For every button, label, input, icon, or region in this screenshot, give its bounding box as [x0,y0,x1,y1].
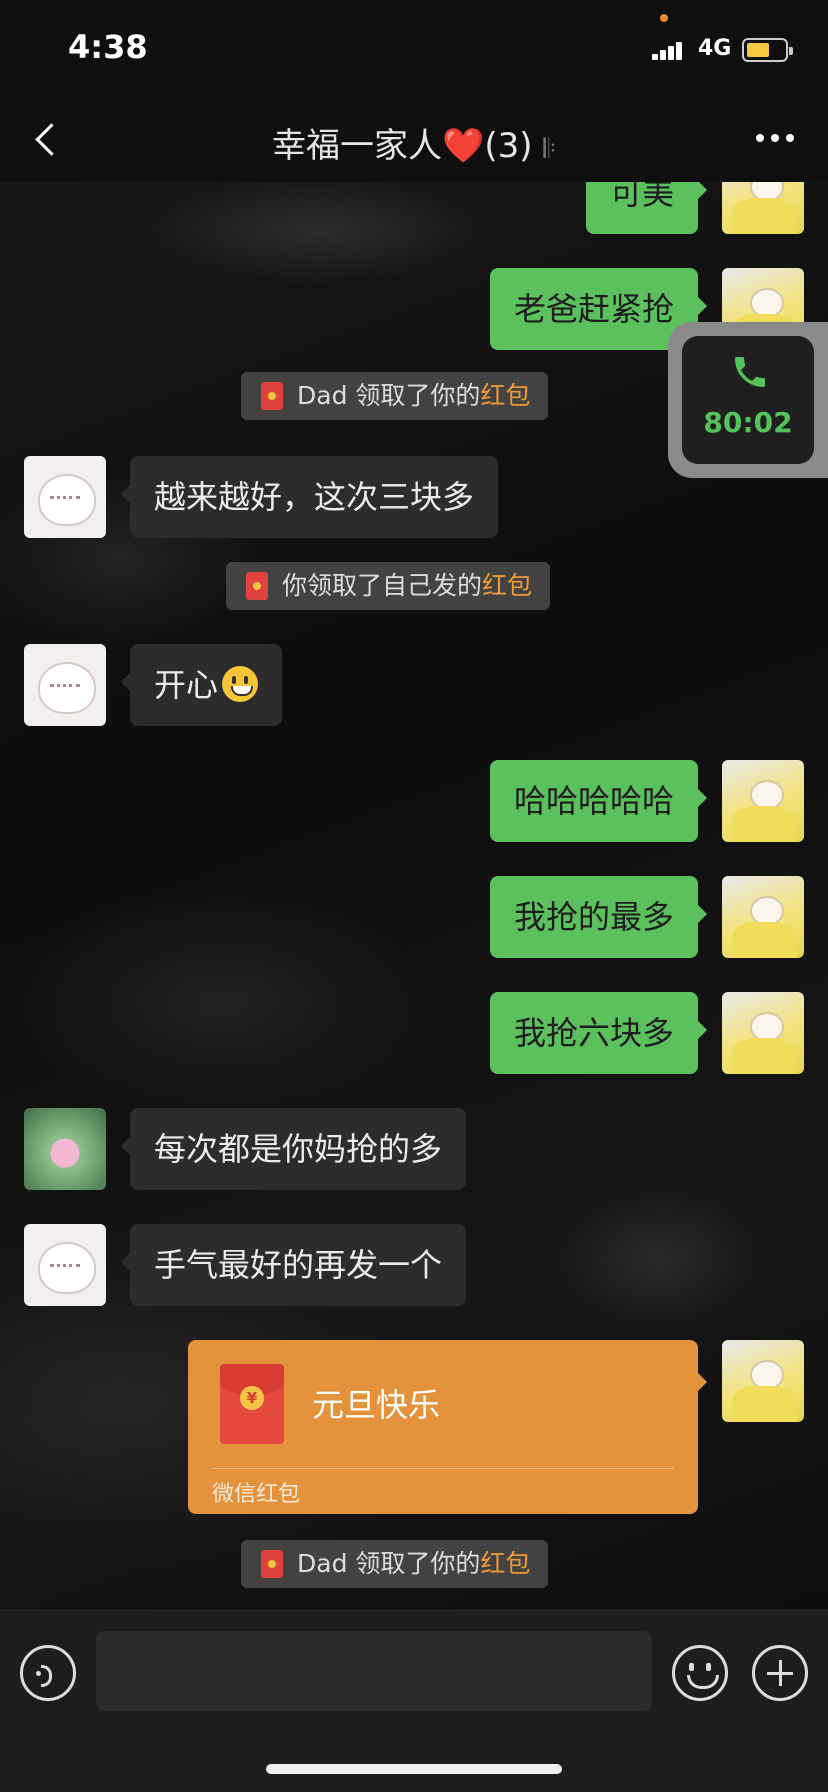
message-bubble[interactable]: 老爸赶紧抢 [489,268,708,350]
red-packet-link[interactable]: 红包 [482,571,532,600]
status-time: 4:38 [68,28,148,66]
message-text: 开心 [154,666,219,704]
status-bar: 4:38 4G [0,0,828,96]
voice-input-button[interactable] [20,1645,76,1701]
avatar-self[interactable] [722,876,804,958]
system-notice: 你领取了自己发的红包 [226,562,551,610]
red-envelope-icon [261,382,283,410]
member-count: (3) [484,126,533,166]
avatar-member[interactable] [24,644,106,726]
message-bubble[interactable]: 每次都是你妈抢的多 [120,1108,467,1190]
red-packet-link[interactable]: 红包 [480,381,530,410]
red-envelope-icon [261,1550,283,1578]
avatar-self[interactable] [722,992,804,1074]
message-bubble[interactable]: 越来越好，这次三块多 [120,456,499,538]
avatar-member[interactable] [24,456,106,538]
avatar-self[interactable] [722,1340,804,1422]
heart-emoji: ❤️ [442,126,485,166]
notice-text: 你领取了自己发的 [282,571,483,600]
chat-title: 幸福一家人❤️(3) 𝄆 [0,118,828,167]
divider [212,1468,674,1469]
network-type: 4G [698,36,732,61]
avatar-member[interactable] [24,1224,106,1306]
message-bubble[interactable]: 我抢六块多 [489,992,708,1074]
red-packet-card[interactable]: 元旦快乐 微信红包 [188,1340,707,1514]
message-bubble[interactable]: 手气最好的再发一个 [120,1224,467,1306]
message-input[interactable] [96,1631,652,1711]
system-notice: Dad 领取了你的红包 [241,372,549,420]
more-options-button[interactable] [756,134,796,144]
red-packet-title: 元旦快乐 [312,1386,441,1424]
call-panel: 80:02 [682,336,814,464]
system-notice: Dad 领取了你的红包 [241,1540,549,1588]
message-bubble[interactable]: 开心 [120,644,283,726]
message-bubble[interactable]: 我抢的最多 [489,876,708,958]
red-envelope-icon [246,572,268,600]
notice-text: Dad 领取了你的 [297,1549,481,1578]
emoji-button[interactable] [672,1645,728,1701]
avatar-self[interactable] [722,760,804,842]
voice-call-float[interactable]: 80:02 [668,322,828,478]
mute-ear-icon: 𝄆 [543,134,556,164]
call-duration: 80:02 [703,406,793,439]
red-packet-link[interactable]: 红包 [480,1549,530,1578]
notice-text: Dad 领取了你的 [297,381,481,410]
chat-header: 幸福一家人❤️(3) 𝄆 [0,96,828,182]
smiley-emoji-icon [222,666,259,702]
phone-icon [735,357,765,387]
red-packet-label: 微信红包 [212,1482,301,1507]
red-envelope-icon [220,1364,284,1444]
group-name: 幸福一家人 [272,126,443,166]
avatar-member[interactable] [24,1108,106,1190]
message-bubble[interactable]: 哈哈哈哈哈 [489,760,708,842]
chat-background: 4:38 4G 幸福一家人❤️(3) 𝄆 可美 老爸赶紧抢 Dad 领取了你的红… [0,0,828,1792]
signal-icon [652,40,692,60]
recording-dot [660,14,668,22]
home-indicator[interactable] [266,1764,562,1774]
more-actions-button[interactable] [752,1645,808,1701]
battery-icon [742,38,793,62]
